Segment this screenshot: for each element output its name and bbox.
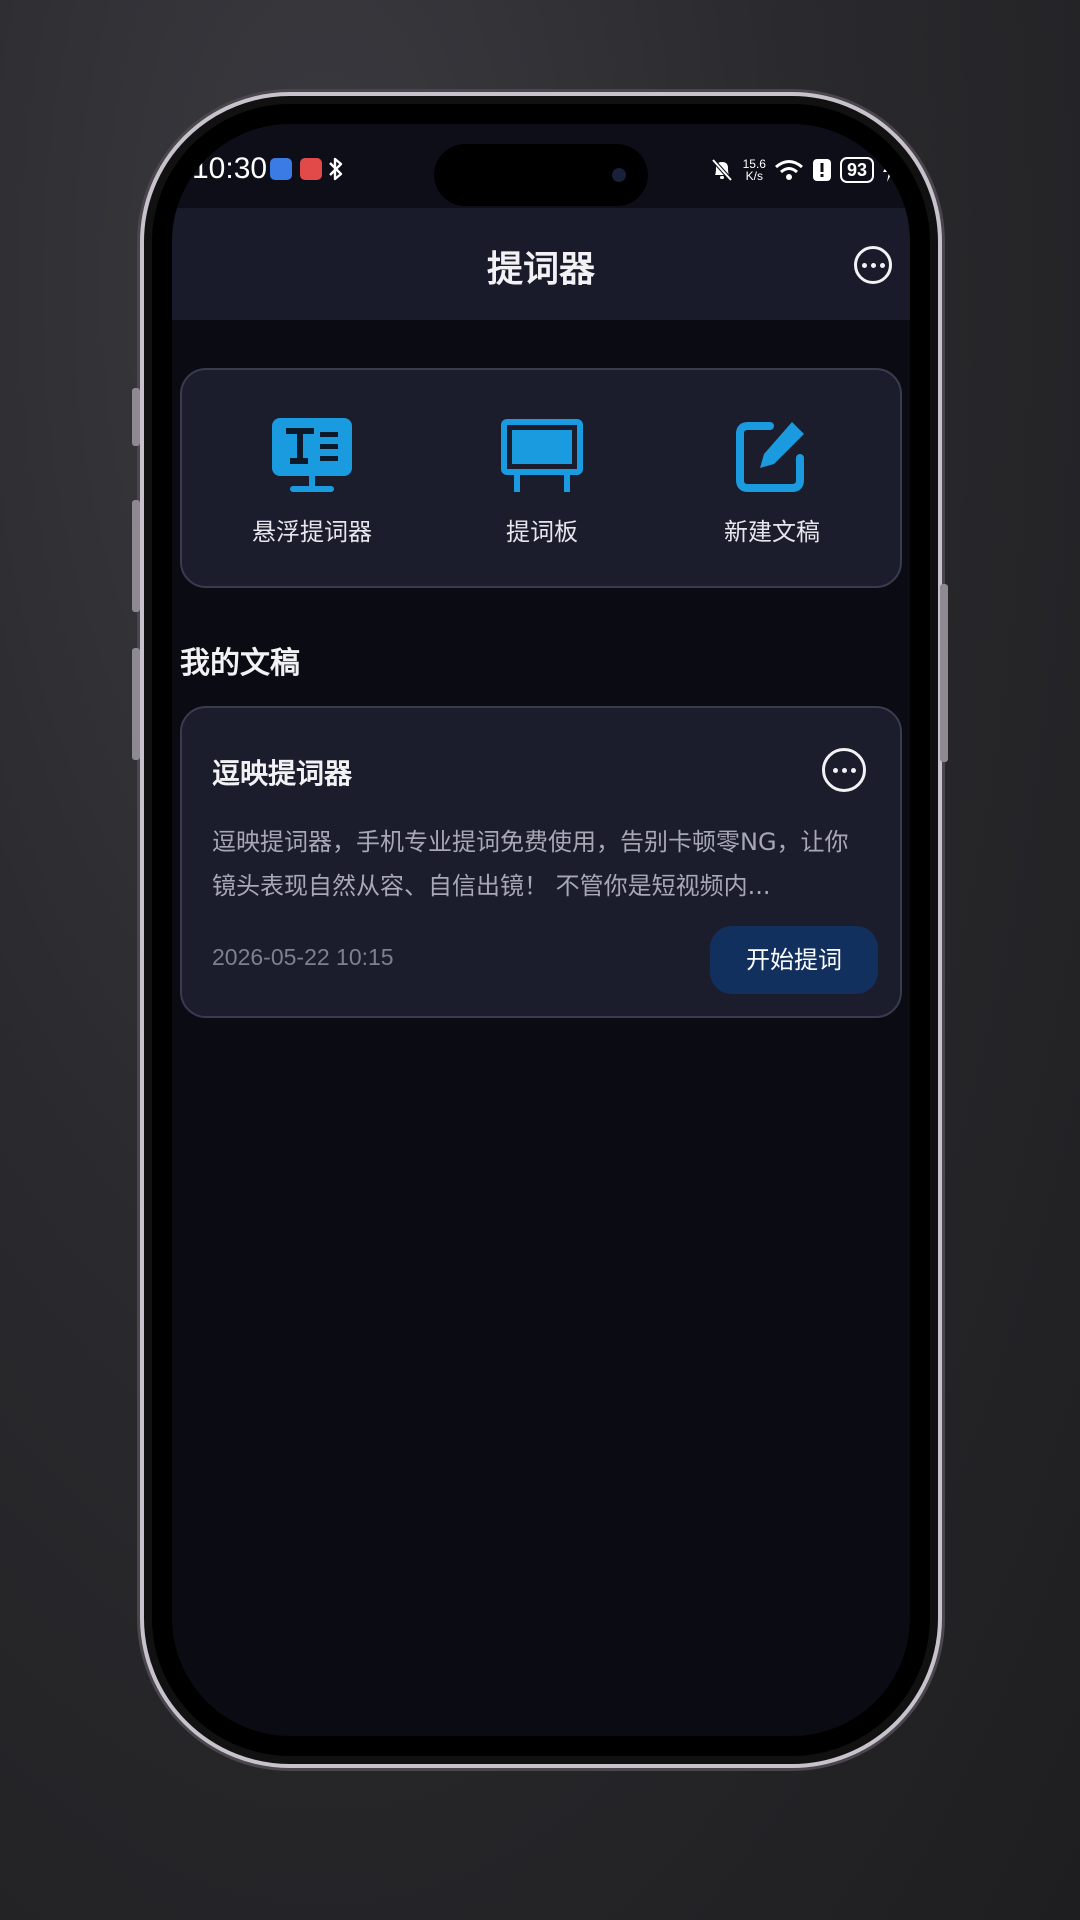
section-title: 我的文稿	[180, 646, 300, 681]
floating-teleprompter-icon	[272, 418, 352, 492]
action-button	[132, 388, 140, 446]
prompt-board-icon	[501, 419, 583, 492]
document-title: 逗映提词器	[212, 757, 353, 790]
more-dot	[850, 767, 856, 773]
dynamic-island	[434, 144, 648, 206]
more-dot	[841, 767, 847, 773]
charging-icon	[883, 158, 895, 182]
huawei-app-icon	[300, 158, 322, 180]
usb-debug-icon	[270, 158, 292, 180]
mute-bell-icon	[711, 158, 733, 182]
app-screen: 10:30 15.6 K/s 93 提词器 悬浮提词器 提词板 新建文稿 我的文…	[172, 124, 910, 1736]
more-dot	[861, 262, 867, 268]
status-right-group: 15.6 K/s 93	[709, 152, 896, 188]
document-date: 2026-05-22 10:15	[212, 944, 394, 970]
new-document-icon	[736, 422, 804, 492]
wifi-icon	[775, 160, 803, 180]
status-time: 10:30	[192, 152, 268, 185]
page-title: 提词器	[486, 249, 595, 290]
document-more-button[interactable]	[822, 748, 866, 792]
status-bar: 10:30 15.6 K/s 93	[172, 124, 910, 208]
tool-label: 悬浮提词器	[252, 518, 372, 546]
header-more-button[interactable]	[854, 246, 892, 284]
power-button	[940, 584, 948, 762]
document-excerpt: 逗映提词器，手机专业提词免费使用，告别卡顿零NG，让你镜头表现自然从容、自信出镜…	[212, 828, 849, 900]
more-dot	[832, 767, 838, 773]
tool-floating-teleprompter[interactable]: 悬浮提词器	[202, 416, 422, 547]
start-prompting-button[interactable]: 开始提词	[710, 926, 878, 994]
more-dot	[870, 262, 876, 268]
bluetooth-icon	[329, 157, 343, 181]
net-speed: 15.6 K/s	[743, 158, 766, 182]
tools-card: 悬浮提词器 提词板 新建文稿	[180, 368, 902, 588]
document-card[interactable]: 逗映提词器 逗映提词器，手机专业提词免费使用，告别卡顿零NG，让你镜头表现自然从…	[180, 706, 902, 1018]
net-speed-unit: K/s	[745, 169, 763, 183]
battery-level: 93	[839, 157, 874, 183]
volume-up-button	[132, 500, 140, 612]
tool-prompt-board[interactable]: 提词板	[432, 416, 652, 547]
tool-label: 新建文稿	[724, 518, 820, 546]
alert-icon	[812, 159, 831, 181]
more-dot	[879, 262, 885, 268]
app-header: 提词器	[172, 208, 910, 320]
tool-label: 提词板	[506, 518, 578, 546]
volume-down-button	[132, 648, 140, 760]
tool-new-document[interactable]: 新建文稿	[662, 416, 882, 547]
front-camera	[612, 168, 626, 182]
